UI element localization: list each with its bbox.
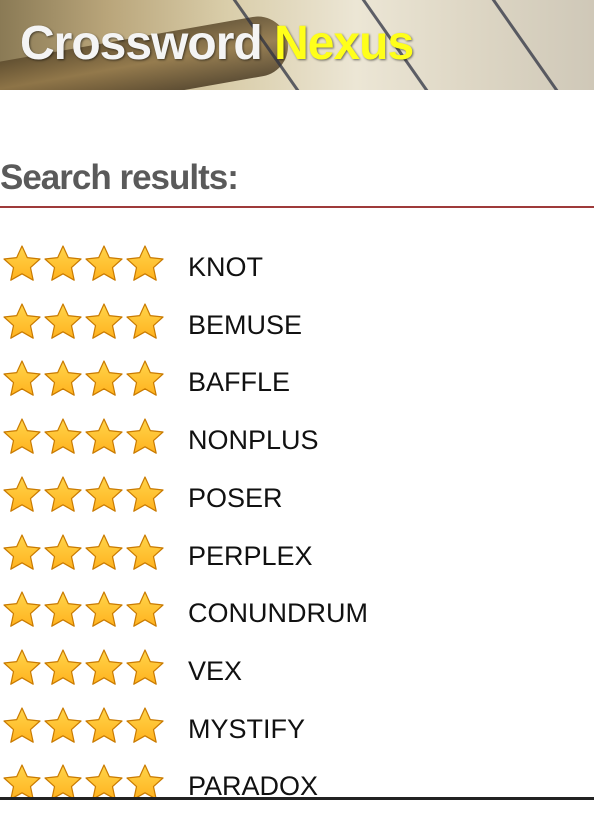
star-icon (85, 476, 123, 512)
result-word-link[interactable]: NONPLUS (188, 425, 319, 456)
star-icon (85, 418, 123, 454)
star-icon (3, 706, 41, 743)
rating-stars (2, 706, 165, 746)
star-icon (3, 245, 41, 281)
star-icon (126, 360, 164, 397)
star-icon (126, 476, 164, 512)
site-logo[interactable]: Crossword Nexus (20, 16, 414, 71)
star-icon (44, 649, 82, 685)
logo-word-nexus: Nexus (274, 17, 414, 70)
search-results-heading: Search results: (0, 158, 239, 197)
result-row[interactable]: CONUNDRUM (0, 586, 594, 644)
header-background-line (474, 0, 569, 90)
rating-stars (2, 648, 165, 688)
rating-stars (2, 533, 165, 573)
star-icon (44, 360, 82, 397)
result-word-link[interactable]: BAFFLE (188, 367, 290, 398)
star-icon (3, 360, 41, 397)
star-icon (126, 418, 164, 454)
logo-word-crossword: Crossword (20, 17, 263, 70)
star-icon (44, 533, 82, 570)
star-icon (3, 418, 41, 454)
star-icon (85, 533, 123, 570)
result-word-link[interactable]: POSER (188, 483, 283, 514)
star-icon (85, 591, 123, 627)
result-row[interactable]: VEX (0, 644, 594, 702)
result-row[interactable]: BEMUSE (0, 298, 594, 356)
heading-divider (0, 206, 594, 208)
result-word-link[interactable]: CONUNDRUM (188, 598, 368, 629)
star-icon (85, 649, 123, 685)
star-icon (126, 533, 164, 570)
star-icon (126, 706, 164, 743)
result-row[interactable]: BAFFLE (0, 355, 594, 413)
rating-stars (2, 244, 165, 284)
star-icon (85, 706, 123, 743)
star-icon (44, 303, 82, 339)
star-icon (3, 303, 41, 339)
result-row[interactable]: MYSTIFY (0, 702, 594, 760)
star-icon (44, 591, 82, 627)
rating-stars (2, 417, 165, 457)
star-icon (3, 591, 41, 627)
result-word-link[interactable]: BEMUSE (188, 310, 302, 341)
rating-stars (2, 302, 165, 342)
result-word-link[interactable]: KNOT (188, 252, 263, 283)
star-icon (44, 706, 82, 743)
rating-stars (2, 590, 165, 630)
star-icon (126, 649, 164, 685)
star-icon (3, 476, 41, 512)
star-icon (44, 476, 82, 512)
star-icon (126, 245, 164, 281)
result-word-link[interactable]: PERPLEX (188, 541, 313, 572)
result-row[interactable]: PARADOX (0, 759, 594, 817)
star-icon (85, 245, 123, 281)
star-icon (3, 533, 41, 570)
result-row[interactable]: PERPLEX (0, 529, 594, 587)
star-icon (85, 360, 123, 397)
star-icon (126, 303, 164, 339)
rating-stars (2, 359, 165, 399)
star-icon (44, 245, 82, 281)
result-word-link[interactable]: VEX (188, 656, 242, 687)
star-icon (3, 649, 41, 685)
star-icon (85, 303, 123, 339)
result-row[interactable]: POSER (0, 471, 594, 529)
rating-stars (2, 475, 165, 515)
result-word-link[interactable]: MYSTIFY (188, 714, 305, 745)
star-icon (126, 591, 164, 627)
site-header: Crossword Nexus (0, 0, 594, 90)
star-icon (44, 418, 82, 454)
result-row[interactable]: NONPLUS (0, 413, 594, 471)
result-row[interactable]: KNOT (0, 240, 594, 298)
